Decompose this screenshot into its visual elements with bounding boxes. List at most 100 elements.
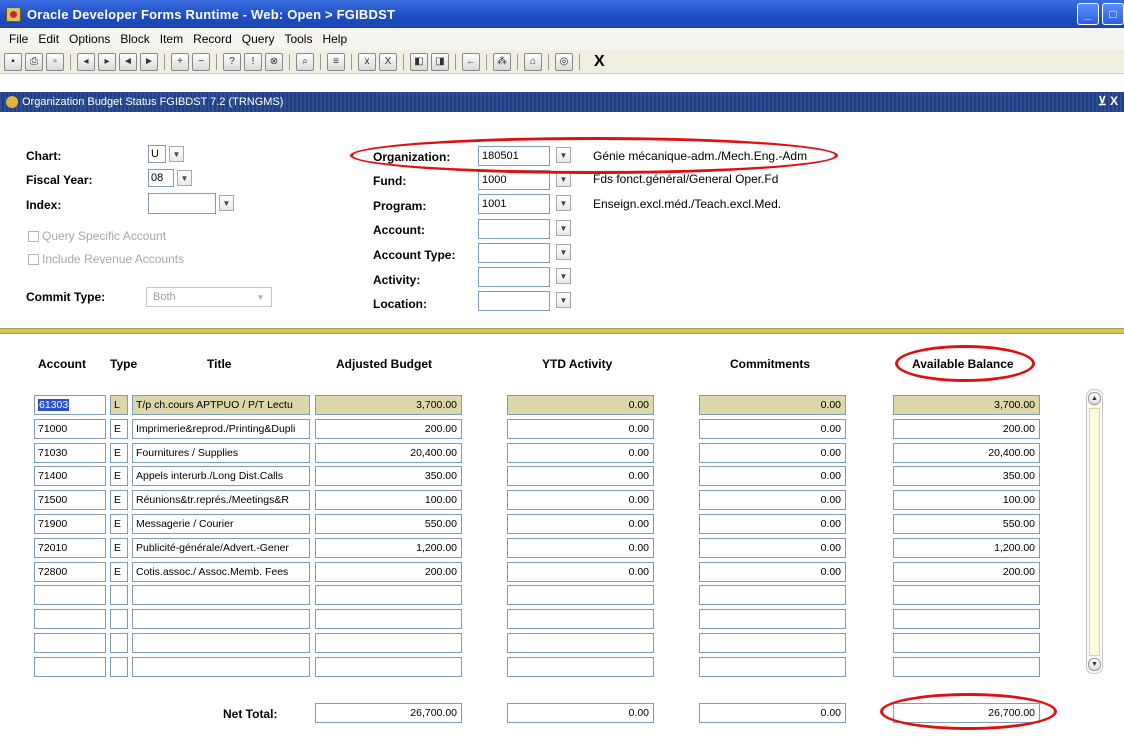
menu-options[interactable]: Options <box>64 32 115 46</box>
program-dropdown-icon[interactable]: ▼ <box>556 195 571 211</box>
row-7-title-cell[interactable]: Publicité-générale/Advert.-Gener <box>132 537 310 558</box>
row-4-ytd-cell[interactable]: 0.00 <box>507 466 654 487</box>
row-10-type-cell[interactable] <box>110 609 128 630</box>
query-specific-account-checkbox[interactable]: Query Specific Account <box>28 229 166 243</box>
row-3-available-cell[interactable]: 20,400.00 <box>893 442 1040 463</box>
row-10-commitments-cell[interactable] <box>699 609 846 630</box>
row-2-account-cell[interactable]: 71000 <box>34 418 106 439</box>
row-2-type-cell[interactable]: E <box>110 418 128 439</box>
row-5-account-cell[interactable]: 71500 <box>34 490 106 511</box>
menu-file[interactable]: File <box>4 32 33 46</box>
row-11-title-cell[interactable] <box>132 633 310 653</box>
chart-dropdown-icon[interactable]: ▼ <box>169 146 184 162</box>
menu-help[interactable]: Help <box>317 32 352 46</box>
attach-icon[interactable]: ◨ <box>431 52 449 71</box>
row-9-title-cell[interactable] <box>132 585 310 606</box>
row-1-commitments-cell[interactable]: 0.00 <box>699 395 846 415</box>
row-5-title-cell[interactable]: Réunions&tr.représ./Meetings&R <box>132 490 310 511</box>
row-4-type-cell[interactable]: E <box>110 466 128 487</box>
enter-query-icon[interactable]: ? <box>223 52 241 71</box>
row-7-available-cell[interactable]: 1,200.00 <box>893 537 1040 558</box>
row-9-available-cell[interactable] <box>893 585 1040 606</box>
row-12-adjusted-cell[interactable] <box>315 656 462 677</box>
row-8-commitments-cell[interactable]: 0.00 <box>699 561 846 582</box>
row-3-adjusted-cell[interactable]: 20,400.00 <box>315 442 462 463</box>
row-8-available-cell[interactable]: 200.00 <box>893 561 1040 582</box>
row-11-commitments-cell[interactable] <box>699 633 846 653</box>
save-icon[interactable]: ▪ <box>4 52 22 71</box>
row-8-ytd-cell[interactable]: 0.00 <box>507 561 654 582</box>
row-12-commitments-cell[interactable] <box>699 656 846 677</box>
online-help-icon[interactable]: ⌂ <box>524 52 542 71</box>
row-7-account-cell[interactable]: 72010 <box>34 537 106 558</box>
row-1-type-cell[interactable]: L <box>110 395 128 415</box>
row-7-commitments-cell[interactable]: 0.00 <box>699 537 846 558</box>
row-1-ytd-cell[interactable]: 0.00 <box>507 395 654 415</box>
net-total-adjusted[interactable]: 26,700.00 <box>315 703 462 723</box>
row-5-available-cell[interactable]: 100.00 <box>893 490 1040 511</box>
row-6-account-cell[interactable]: 71900 <box>34 514 106 534</box>
delete-record-icon[interactable]: − <box>192 52 210 71</box>
row-10-account-cell[interactable] <box>34 609 106 630</box>
previous-block-icon[interactable]: ◂ <box>77 52 95 71</box>
previous-record-icon[interactable]: ◄ <box>119 52 137 71</box>
row-3-title-cell[interactable]: Fournitures / Supplies <box>132 442 310 463</box>
row-9-type-cell[interactable] <box>110 585 128 606</box>
row-2-available-cell[interactable]: 200.00 <box>893 418 1040 439</box>
fiscal-year-dropdown-icon[interactable]: ▼ <box>177 170 192 186</box>
row-1-adjusted-cell[interactable]: 3,700.00 <box>315 395 462 415</box>
row-6-title-cell[interactable]: Messagerie / Courier <box>132 514 310 534</box>
row-2-commitments-cell[interactable]: 0.00 <box>699 418 846 439</box>
menu-block[interactable]: Block <box>115 32 154 46</box>
row-1-available-cell[interactable]: 3,700.00 <box>893 395 1040 415</box>
row-2-title-cell[interactable]: Imprimerie&reprod./Printing&Dupli <box>132 418 310 439</box>
menu-item[interactable]: Item <box>155 32 188 46</box>
row-6-commitments-cell[interactable]: 0.00 <box>699 514 846 534</box>
net-total-ytd[interactable]: 0.00 <box>507 703 654 723</box>
row-8-title-cell[interactable]: Cotis.assoc./ Assoc.Memb. Fees <box>132 561 310 582</box>
extract-data-icon[interactable]: x <box>358 52 376 71</box>
next-record-icon[interactable]: ► <box>140 52 158 71</box>
row-9-adjusted-cell[interactable] <box>315 585 462 606</box>
location-dropdown-icon[interactable]: ▼ <box>556 292 571 308</box>
row-5-type-cell[interactable]: E <box>110 490 128 511</box>
vertical-scrollbar[interactable]: ▲ ▼ <box>1086 389 1103 674</box>
account-type-field[interactable] <box>478 243 550 263</box>
row-10-adjusted-cell[interactable] <box>315 609 462 630</box>
row-3-commitments-cell[interactable]: 0.00 <box>699 442 846 463</box>
row-9-ytd-cell[interactable] <box>507 585 654 606</box>
row-11-ytd-cell[interactable] <box>507 633 654 653</box>
row-1-title-cell[interactable]: T/p ch.cours APTPUO / P/T Lectu <box>132 395 310 415</box>
row-12-type-cell[interactable] <box>110 656 128 677</box>
form-close-button[interactable]: ⊻ X <box>1098 94 1118 108</box>
row-12-title-cell[interactable] <box>132 656 310 677</box>
row-2-adjusted-cell[interactable]: 200.00 <box>315 418 462 439</box>
scroll-thumb[interactable] <box>1089 408 1100 656</box>
net-total-commitments[interactable]: 0.00 <box>699 703 846 723</box>
cancel-query-icon[interactable]: ⊗ <box>265 52 283 71</box>
help-icon[interactable]: ◎ <box>555 52 573 71</box>
exit-form-button[interactable]: X <box>594 53 605 71</box>
row-12-ytd-cell[interactable] <box>507 656 654 677</box>
row-4-available-cell[interactable]: 350.00 <box>893 466 1040 487</box>
row-10-title-cell[interactable] <box>132 609 310 630</box>
maximize-button[interactable]: □ <box>1102 3 1124 25</box>
scroll-down-icon[interactable]: ▼ <box>1088 658 1101 671</box>
row-11-account-cell[interactable] <box>34 633 106 653</box>
account-field[interactable] <box>478 219 550 239</box>
activity-dropdown-icon[interactable]: ▼ <box>556 268 571 284</box>
exit-icon[interactable]: ▫ <box>46 52 64 71</box>
row-10-ytd-cell[interactable] <box>507 609 654 630</box>
location-field[interactable] <box>478 291 550 311</box>
index-dropdown-icon[interactable]: ▼ <box>219 195 234 211</box>
back-icon[interactable]: ← <box>462 52 480 71</box>
next-block-icon[interactable]: ▸ <box>98 52 116 71</box>
search-icon[interactable]: ⌕ <box>296 52 314 71</box>
workflow-icon[interactable]: ⁂ <box>493 52 511 71</box>
row-7-adjusted-cell[interactable]: 1,200.00 <box>315 537 462 558</box>
row-11-available-cell[interactable] <box>893 633 1040 653</box>
row-9-commitments-cell[interactable] <box>699 585 846 606</box>
account-type-dropdown-icon[interactable]: ▼ <box>556 244 571 260</box>
row-12-account-cell[interactable] <box>34 656 106 677</box>
row-7-ytd-cell[interactable]: 0.00 <box>507 537 654 558</box>
